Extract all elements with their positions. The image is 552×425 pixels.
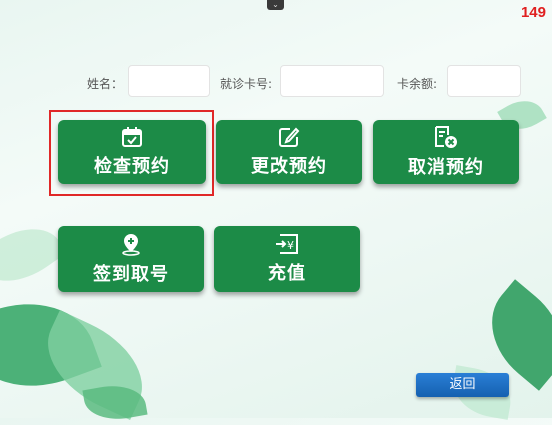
recharge-label: 充值 [268, 263, 306, 284]
calendar-check-icon [121, 126, 143, 148]
svg-text:¥: ¥ [287, 239, 294, 252]
cancel-booking-button[interactable]: 取消预约 [373, 120, 519, 184]
change-booking-button[interactable]: 更改预约 [216, 120, 362, 184]
name-label: 姓名： [87, 77, 124, 91]
checkin-button[interactable]: 签到取号 [58, 226, 204, 292]
counter-label: 149 [520, 4, 546, 21]
edit-icon [278, 126, 300, 148]
balance-field[interactable] [447, 65, 521, 97]
cancel-booking-label: 取消预约 [408, 157, 484, 178]
balance-label: 卡余额: [397, 77, 438, 91]
chevron-down-icon[interactable]: ⌄ [267, 0, 284, 10]
card-number-label: 就诊卡号: [220, 77, 273, 91]
recharge-button[interactable]: ¥ 充值 [214, 226, 360, 292]
exam-booking-button[interactable]: 检查预约 [58, 120, 206, 184]
yuan-login-icon: ¥ [275, 233, 299, 255]
card-number-field[interactable] [280, 65, 384, 97]
back-button[interactable]: 返回 [416, 373, 509, 397]
document-cancel-icon [433, 125, 459, 149]
change-booking-label: 更改预约 [251, 156, 327, 177]
exam-booking-label: 检查预约 [94, 156, 170, 177]
name-field[interactable] [128, 65, 210, 97]
location-add-icon [119, 232, 143, 256]
checkin-label: 签到取号 [93, 264, 169, 285]
